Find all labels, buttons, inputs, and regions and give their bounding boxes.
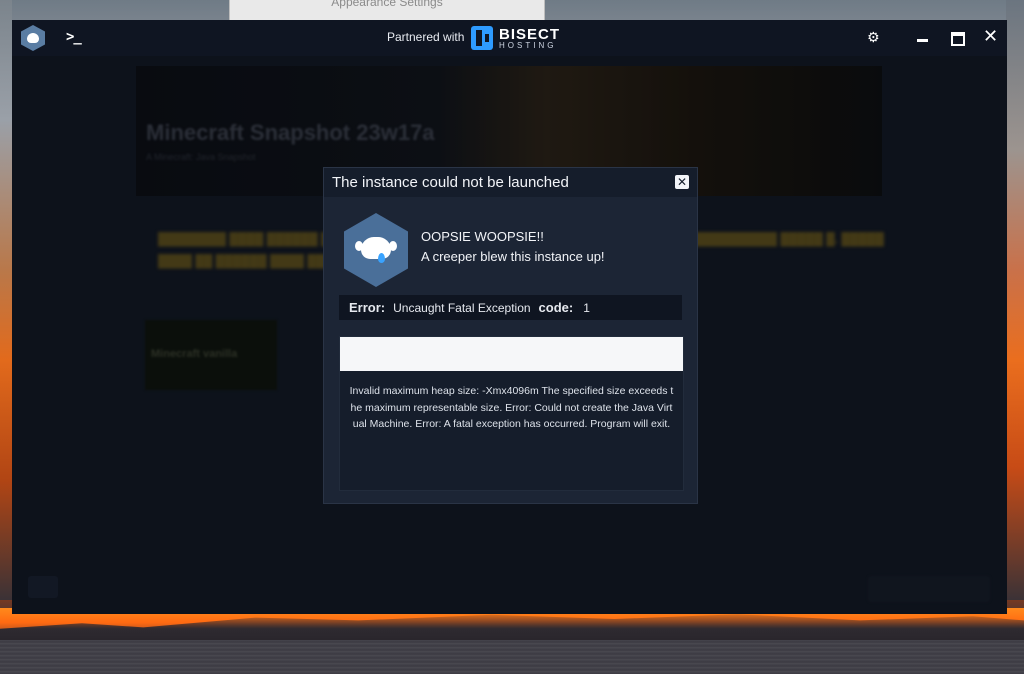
partner-label: Partnered with	[387, 30, 465, 44]
error-label: Error:	[349, 300, 386, 315]
dialog-header: The instance could not be launched ✕	[324, 168, 697, 197]
code-label: code:	[538, 300, 574, 315]
bisect-hosting-logo[interactable]: BISECT HOSTING	[471, 25, 560, 51]
dialog-title: The instance could not be launched	[332, 174, 569, 191]
close-icon[interactable]: ✕	[983, 26, 998, 47]
error-summary: Error: Uncaught Fatal Exception code: 1	[339, 295, 682, 320]
dialog-heading: OOPSIE WOOPSIE!!	[421, 229, 544, 244]
dialog-subheading: A creeper blew this instance up!	[421, 249, 605, 264]
wallpaper-water	[0, 640, 1024, 674]
launch-error-dialog: The instance could not be launched ✕ OOP…	[323, 167, 698, 504]
code-value: 1	[583, 300, 590, 315]
gear-icon[interactable]: ⚙	[867, 29, 880, 46]
terminal-icon[interactable]: >_	[66, 29, 82, 45]
dialog-close-icon[interactable]: ✕	[675, 175, 689, 189]
maximize-icon[interactable]	[951, 32, 965, 46]
crying-monkey-icon	[344, 213, 408, 287]
error-log[interactable]: Invalid maximum heap size: -Xmx4096m The…	[339, 336, 684, 491]
error-value: Uncaught Fatal Exception	[393, 300, 531, 315]
bisect-logo-icon	[471, 26, 493, 50]
minimize-icon[interactable]	[917, 39, 928, 42]
log-text: Invalid maximum heap size: -Xmx4096m The…	[349, 385, 674, 430]
log-toolbar[interactable]	[340, 337, 683, 371]
appearance-settings-title: Appearance Settings	[331, 0, 443, 9]
tear-icon	[378, 253, 385, 263]
wallpaper-left	[0, 0, 12, 600]
bisect-sub: HOSTING	[499, 40, 557, 50]
titlebar: >_ Partnered with BISECT HOSTING ⚙ ✕	[12, 20, 1007, 56]
bisect-brand: BISECT	[499, 25, 561, 43]
wallpaper-right	[1006, 0, 1024, 600]
app-logo-icon[interactable]	[21, 25, 45, 51]
